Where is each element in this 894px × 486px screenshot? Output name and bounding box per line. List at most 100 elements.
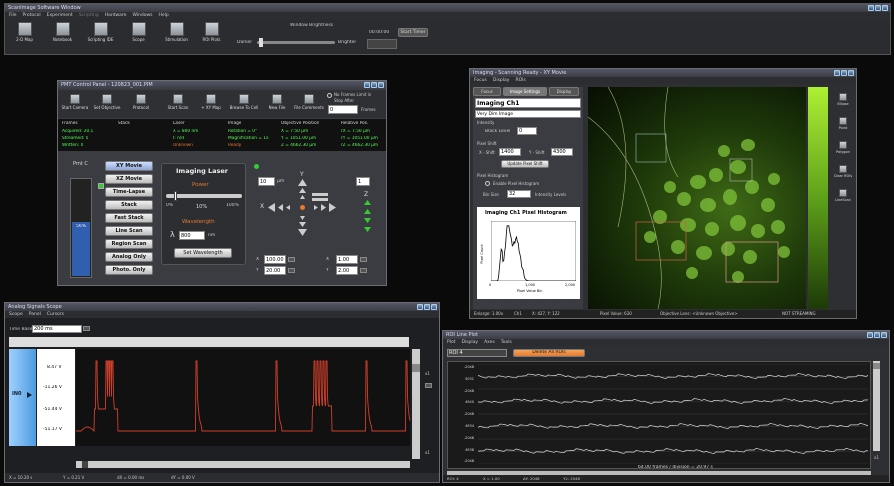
preset-select[interactable]: Very Dim Image	[475, 110, 581, 118]
subtab-image-settings[interactable]: Image Settings	[503, 87, 547, 96]
bin-size-select[interactable]: 32	[507, 190, 531, 198]
x1-input[interactable]: 100.00	[264, 255, 286, 264]
toolbar-2d-map[interactable]: 2-D Map	[11, 20, 38, 54]
scope-hscroll-thumb[interactable]	[82, 461, 88, 468]
set-wavelength-button[interactable]: Set Wavelength	[174, 248, 232, 258]
power-handle[interactable]	[173, 191, 177, 201]
y-up-fine-icon[interactable]	[300, 195, 305, 199]
x1-spin[interactable]	[288, 257, 295, 262]
channel-select[interactable]: Imaging Ch1	[475, 98, 581, 108]
mode-xz-movie[interactable]: XZ Movie	[105, 174, 153, 184]
menu-protocol[interactable]: Protocol	[23, 12, 41, 19]
y1-input[interactable]: 20.00	[264, 266, 286, 275]
minimize-icon[interactable]	[364, 82, 370, 88]
subtab-focus[interactable]: Focus	[473, 87, 501, 96]
toolbar-scripting[interactable]: Scripting IDE	[87, 20, 114, 54]
start-timer-button[interactable]: Start Timer	[398, 28, 428, 37]
x-shift-input[interactable]: 1400	[499, 148, 521, 156]
menu-axes[interactable]: Axes	[484, 339, 495, 346]
frames-input[interactable]: 0	[328, 105, 358, 114]
mode-analog-only[interactable]: Analog Only	[105, 252, 153, 262]
menu-plot[interactable]: Plot	[447, 339, 455, 346]
x2-input[interactable]: 1.00	[336, 255, 358, 264]
close-icon[interactable]	[378, 82, 384, 88]
toolbar-stimulation[interactable]: Stimulation	[163, 20, 190, 54]
update-pixel-shift-button[interactable]: Update Pixel Shift	[501, 160, 549, 168]
channel-strip[interactable]: IN0	[9, 349, 36, 446]
y-up-far-icon[interactable]	[298, 179, 307, 186]
y1-spin[interactable]	[288, 268, 295, 273]
tab-rois[interactable]: ROIs	[515, 77, 525, 84]
menu-display[interactable]: Display	[461, 339, 478, 346]
close-icon[interactable]	[882, 5, 888, 11]
tool-clear-rois[interactable]: Clear ROIs	[830, 165, 856, 183]
scope-hscroll[interactable]	[76, 461, 410, 468]
y-down-far-icon[interactable]	[298, 229, 307, 236]
set-objective-button[interactable]: Set Objective	[92, 92, 122, 116]
z-down-icon[interactable]	[364, 227, 371, 232]
mode-region-scan[interactable]: Region Scan	[105, 239, 153, 249]
mode-xy-movie[interactable]: XY Movie	[105, 161, 153, 171]
menu-windows[interactable]: Windows	[132, 12, 152, 19]
y2-input[interactable]: 2.00	[336, 266, 358, 275]
mode-line-scan[interactable]: Line Scan	[105, 226, 153, 236]
x-left-far-icon[interactable]	[268, 203, 275, 212]
maximize-icon[interactable]	[874, 332, 880, 338]
maximize-icon[interactable]	[424, 304, 430, 310]
xy-mini-slider-1[interactable]	[312, 193, 328, 196]
start-camera-button[interactable]: Start Camera	[60, 92, 90, 116]
z-up-icon[interactable]	[364, 200, 371, 205]
lut-bar[interactable]	[808, 87, 828, 309]
subtab-display[interactable]: Display	[549, 87, 579, 96]
roi-vscroll-thumb[interactable]	[873, 363, 880, 369]
tab-focus[interactable]: Focus	[474, 77, 487, 84]
scope-vscroll-thumb[interactable]	[412, 364, 420, 372]
center-dot-icon[interactable]	[300, 205, 305, 210]
menu-tools[interactable]: Tools	[501, 339, 512, 346]
mode-fast-stack[interactable]: Fast Stack	[105, 213, 153, 223]
minimize-icon[interactable]	[834, 70, 840, 76]
menu-scope[interactable]: Scope	[9, 311, 23, 318]
roi-select[interactable]: ROI 4	[447, 349, 507, 357]
maximize-icon[interactable]	[841, 70, 847, 76]
toolbar-roi-plots[interactable]: ROI Plots	[198, 20, 225, 54]
tab-display[interactable]: Display	[493, 77, 510, 84]
menu-cursors[interactable]: Cursors	[47, 311, 64, 318]
time-base-spin[interactable]	[83, 326, 90, 331]
maximize-icon[interactable]	[875, 5, 881, 11]
menu-file[interactable]: File	[9, 12, 17, 19]
pmt-toggle[interactable]	[98, 183, 104, 189]
protocol-button[interactable]: Protocol	[126, 92, 156, 116]
delete-all-rois-button[interactable]: Delete All ROIs	[513, 349, 585, 357]
new-file-button[interactable]: New File	[263, 92, 291, 116]
close-icon[interactable]	[881, 332, 887, 338]
toolbar-scope[interactable]: Scope	[125, 20, 152, 54]
minimize-icon[interactable]	[867, 332, 873, 338]
tool-polygon[interactable]: Polygon	[830, 141, 856, 159]
minimize-icon[interactable]	[417, 304, 423, 310]
browse-to-cell-button[interactable]: Browse To Cell	[228, 92, 260, 116]
close-icon[interactable]	[848, 70, 854, 76]
y-down-icon[interactable]	[299, 222, 306, 227]
xy-mini-slider-2[interactable]	[312, 198, 328, 201]
xy-map-button[interactable]: + XY Map	[196, 92, 226, 116]
pmt-gain-bar[interactable]: 56%	[70, 178, 92, 278]
scope-vscroll[interactable]	[412, 349, 420, 459]
toolbar-notebook[interactable]: Notebook	[49, 20, 76, 54]
mode-stack[interactable]: Stack	[105, 200, 153, 210]
brightness-slider[interactable]	[257, 38, 335, 47]
menu-hardware[interactable]: Hardware	[105, 12, 127, 19]
scope-zoom-spin-1[interactable]	[425, 383, 432, 388]
x-right-icon[interactable]	[321, 204, 326, 211]
x2-spin[interactable]	[360, 257, 367, 262]
x-right-fine-icon[interactable]	[314, 205, 318, 210]
mode-time-lapse[interactable]: Time-Lapse	[105, 187, 153, 197]
x-right-far-icon[interactable]	[329, 203, 336, 212]
no-frames-limit-radio[interactable]	[327, 93, 332, 98]
y2-spin[interactable]	[360, 268, 367, 273]
start-scan-button[interactable]: Start Scan	[163, 92, 193, 116]
roi-vscroll[interactable]	[873, 361, 880, 451]
file-comments-button[interactable]: File Comments	[293, 92, 325, 116]
scan-image[interactable]	[588, 87, 806, 309]
tool-point[interactable]: Point	[830, 117, 856, 135]
